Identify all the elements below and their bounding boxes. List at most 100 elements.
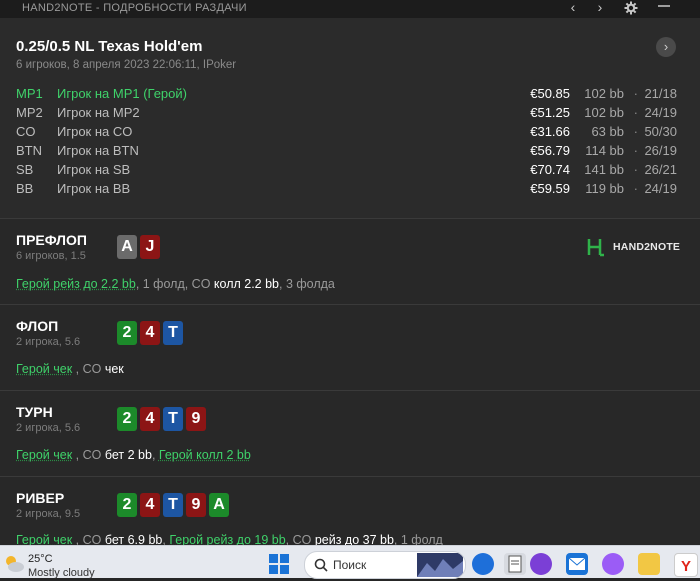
next-hand-button[interactable]: › bbox=[656, 37, 676, 57]
street-subtitle: 2 игрока, 5.6 bbox=[16, 336, 81, 348]
edge-icon[interactable] bbox=[472, 553, 494, 575]
action-text: , 3 фолда bbox=[279, 277, 335, 291]
playing-card: 4 bbox=[140, 321, 160, 345]
player-position: MP1 bbox=[16, 86, 43, 101]
weather-condition[interactable]: Mostly cloudy bbox=[28, 567, 95, 579]
game-subtitle: 6 игроков, 8 апреля 2023 22:06:11, IPoke… bbox=[16, 59, 237, 71]
player-stats: 26/21 bbox=[644, 162, 677, 177]
separator-dot: · bbox=[633, 124, 638, 139]
playing-card: 2 bbox=[117, 407, 137, 431]
player-position: BB bbox=[16, 181, 34, 196]
minimize-icon[interactable] bbox=[654, 0, 674, 16]
hand2note-logo: HAND2NOTE bbox=[586, 237, 680, 257]
street-preflop: ПРЕФЛОП 6 игроков, 1.5 A J HAND2NOTE Гер… bbox=[0, 219, 700, 305]
street-title: ПРЕФЛОП bbox=[16, 232, 87, 248]
player-stack-bb: 141 bb bbox=[584, 162, 624, 177]
separator-dot: · bbox=[633, 162, 638, 177]
gear-icon[interactable] bbox=[621, 0, 641, 16]
player-stats: 24/19 bbox=[644, 181, 677, 196]
logo-text: HAND2NOTE bbox=[613, 241, 681, 253]
player-stack: €59.59 bbox=[530, 181, 570, 196]
player-name[interactable]: Игрок на SB bbox=[57, 162, 130, 177]
playing-card: 4 bbox=[140, 407, 160, 431]
street-actions: Герой чек , CO чек bbox=[16, 362, 124, 376]
playing-card: 2 bbox=[117, 493, 137, 517]
player-stats: 50/30 bbox=[644, 124, 677, 139]
action-text: , bbox=[151, 448, 159, 462]
player-name[interactable]: Игрок на BTN bbox=[57, 143, 139, 158]
alice-assistant-icon[interactable] bbox=[602, 553, 624, 575]
player-row[interactable]: CO Игрок на CO €31.66 63 bb · 50/30 bbox=[0, 124, 700, 143]
search-highlight-image bbox=[417, 553, 463, 577]
player-stack-bb: 63 bb bbox=[591, 124, 624, 139]
action-text: , 1 фолд, CO bbox=[135, 277, 214, 291]
hand-details-panel: 0.25/0.5 NL Texas Hold'em 6 игроков, 8 а… bbox=[0, 18, 700, 547]
street-actions: Герой чек , CO бет 2 bb, Герой колл 2 bb bbox=[16, 448, 251, 462]
search-label: Поиск bbox=[333, 558, 367, 572]
player-row[interactable]: BB Игрок на BB €59.59 119 bb · 24/19 bbox=[0, 181, 700, 200]
action-text: , CO bbox=[72, 362, 105, 376]
windows-start-icon[interactable] bbox=[268, 553, 290, 575]
chat-app-icon[interactable] bbox=[530, 553, 552, 575]
folder-icon[interactable] bbox=[638, 553, 660, 575]
player-position: MP2 bbox=[16, 105, 43, 120]
window-title: HAND2NOTE - ПОДРОБНОСТИ РАЗДАЧИ bbox=[22, 2, 247, 14]
weather-temperature[interactable]: 25°C bbox=[28, 553, 53, 565]
playing-card: A bbox=[117, 235, 137, 259]
player-position: CO bbox=[16, 124, 36, 139]
player-row[interactable]: MP2 Игрок на MP2 €51.25 102 bb · 24/19 bbox=[0, 105, 700, 124]
yandex-browser-icon[interactable]: Y bbox=[674, 553, 698, 577]
player-stack: €70.74 bbox=[530, 162, 570, 177]
street-title: ФЛОП bbox=[16, 318, 59, 334]
street-river: РИВЕР 2 игрока, 9.5 2 4 T 9 A Герой чек … bbox=[0, 477, 700, 547]
separator-dot: · bbox=[633, 181, 638, 196]
playing-card: A bbox=[209, 493, 229, 517]
player-stack: €56.79 bbox=[530, 143, 570, 158]
player-stack: €31.66 bbox=[530, 124, 570, 139]
title-bar: HAND2NOTE - ПОДРОБНОСТИ РАЗДАЧИ ‹ › bbox=[0, 0, 700, 18]
action-hero[interactable]: Герой колл 2 bb bbox=[159, 448, 251, 462]
player-stack: €50.85 bbox=[530, 86, 570, 101]
playing-card: 9 bbox=[186, 493, 206, 517]
hero-cards: A J bbox=[117, 235, 163, 259]
street-subtitle: 2 игрока, 5.6 bbox=[16, 422, 81, 434]
player-row[interactable]: BTN Игрок на BTN €56.79 114 bb · 26/19 bbox=[0, 143, 700, 162]
playing-card: T bbox=[163, 321, 183, 345]
chevron-right-icon: › bbox=[663, 39, 669, 54]
action-hero[interactable]: Герой чек bbox=[16, 448, 72, 462]
player-row[interactable]: SB Игрок на SB €70.74 141 bb · 26/21 bbox=[0, 162, 700, 181]
file-app-icon[interactable] bbox=[504, 553, 526, 575]
hand-header: 0.25/0.5 NL Texas Hold'em 6 игроков, 8 а… bbox=[0, 18, 700, 219]
player-name[interactable]: Игрок на MP1 (Герой) bbox=[57, 86, 187, 101]
player-stack: €51.25 bbox=[530, 105, 570, 120]
player-name[interactable]: Игрок на BB bbox=[57, 181, 130, 196]
action-hero[interactable]: Герой рейз до 2.2 bb bbox=[16, 277, 136, 291]
playing-card: 4 bbox=[140, 493, 160, 517]
playing-card: T bbox=[163, 493, 183, 517]
back-arrow-icon[interactable]: ‹ bbox=[563, 0, 583, 16]
playing-card: J bbox=[140, 235, 160, 259]
street-flop: ФЛОП 2 игрока, 5.6 2 4 T Герой чек , CO … bbox=[0, 305, 700, 391]
street-subtitle: 6 игроков, 1.5 bbox=[16, 250, 86, 262]
mail-icon[interactable] bbox=[566, 553, 588, 575]
player-stats: 26/19 bbox=[644, 143, 677, 158]
action-hero[interactable]: Герой чек bbox=[16, 362, 72, 376]
player-name[interactable]: Игрок на MP2 bbox=[57, 105, 140, 120]
street-title: ТУРН bbox=[16, 404, 53, 420]
player-position: SB bbox=[16, 162, 34, 177]
taskbar-search[interactable]: Поиск bbox=[304, 551, 466, 579]
game-title: 0.25/0.5 NL Texas Hold'em bbox=[16, 38, 203, 55]
player-stack-bb: 102 bb bbox=[584, 105, 624, 120]
player-stats: 21/18 bbox=[644, 86, 677, 101]
weather-icon[interactable] bbox=[2, 552, 26, 574]
playing-card: 9 bbox=[186, 407, 206, 431]
playing-card: T bbox=[163, 407, 183, 431]
player-row[interactable]: MP1 Игрок на MP1 (Герой) €50.85 102 bb ·… bbox=[0, 86, 700, 105]
player-name[interactable]: Игрок на CO bbox=[57, 124, 132, 139]
svg-text:Y: Y bbox=[681, 558, 691, 575]
separator-dot: · bbox=[633, 143, 638, 158]
player-stack-bb: 102 bb bbox=[584, 86, 624, 101]
forward-arrow-icon[interactable]: › bbox=[590, 0, 610, 16]
windows-taskbar: 25°C Mostly cloudy Поиск Y bbox=[0, 545, 700, 579]
street-actions: Герой рейз до 2.2 bb, 1 фолд, CO колл 2.… bbox=[16, 277, 335, 291]
